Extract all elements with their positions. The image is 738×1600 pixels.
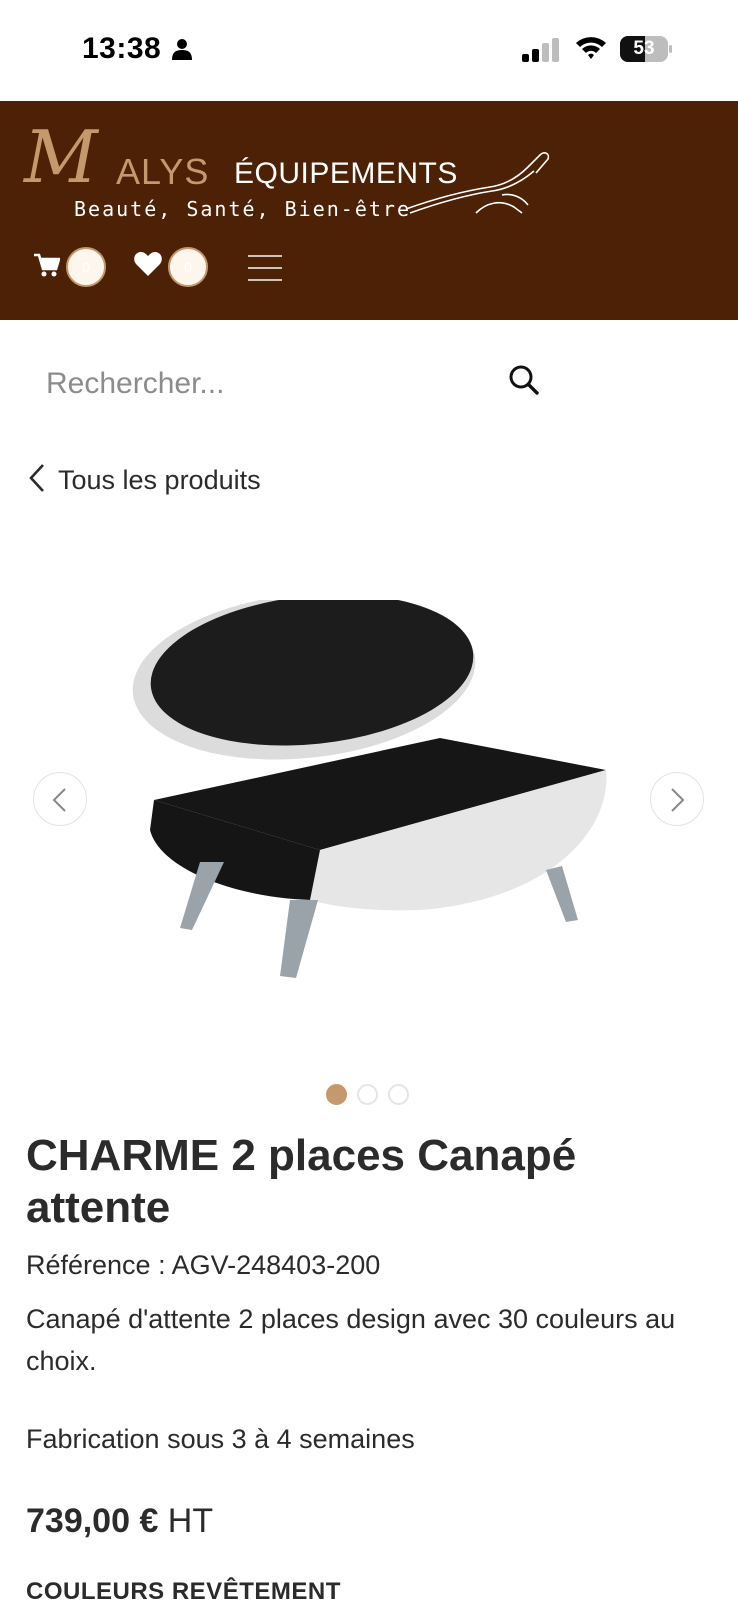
status-time: 13:38 [82,32,162,65]
search-icon[interactable] [508,364,548,404]
production-lead-time: Fabrication sous 3 à 4 semaines [26,1424,415,1454]
price-amount: 739,00 € [26,1502,159,1540]
chevron-right-icon [671,788,685,812]
product-title: CHARME 2 places Canapé attente [26,1131,577,1232]
carousel-dot[interactable] [388,1084,409,1105]
malys-logo[interactable]: M ALYS ÉQUIPEMENTS Beauté, Santé, Bien-ê… [24,115,550,229]
logo-alys: ALYS [116,151,210,192]
product-carousel [0,530,738,1030]
carousel-next-button[interactable] [650,772,704,826]
reclining-chair-icon [404,147,554,222]
battery-level: 53 [633,38,655,59]
product-reference: Référence : AGV-248403-200 [26,1250,381,1280]
cart-icon[interactable] [34,253,61,282]
price-tax-label: HT [158,1502,214,1540]
logo-tagline: Beauté, Santé, Bien-être [74,197,411,221]
product-image [120,592,620,1005]
logo-m: M [24,115,98,199]
site-header: M ALYS ÉQUIPEMENTS Beauté, Santé, Bien-ê… [0,101,738,320]
carousel-prev-button[interactable] [33,772,87,826]
chevron-left-icon [28,463,46,498]
hamburger-menu-icon[interactable] [248,255,282,281]
wifi-icon [574,34,608,65]
carousel-indicators [326,1084,419,1106]
back-to-products-link[interactable]: Tous les produits [28,458,261,502]
color-options-heading: COULEURS REVÊTEMENT [26,1578,341,1600]
status-bar: 13:38 53 [0,0,738,101]
person-icon [172,38,192,65]
product-price: 739,00 € HT [26,1502,213,1541]
back-link-label: Tous les produits [58,464,261,495]
signal-icon [522,38,560,67]
battery-icon: 53 [620,36,672,62]
carousel-dot[interactable] [326,1084,347,1105]
product-description: Canapé d'attente 2 places design avec 30… [26,1304,676,1376]
wishlist-count-badge[interactable]: 0 [168,247,208,287]
search-bar [28,344,550,424]
search-input[interactable] [28,344,550,424]
chevron-left-icon [52,788,66,812]
cart-count-badge[interactable]: 0 [66,247,106,287]
heart-icon[interactable] [134,251,162,282]
carousel-dot[interactable] [357,1084,378,1105]
